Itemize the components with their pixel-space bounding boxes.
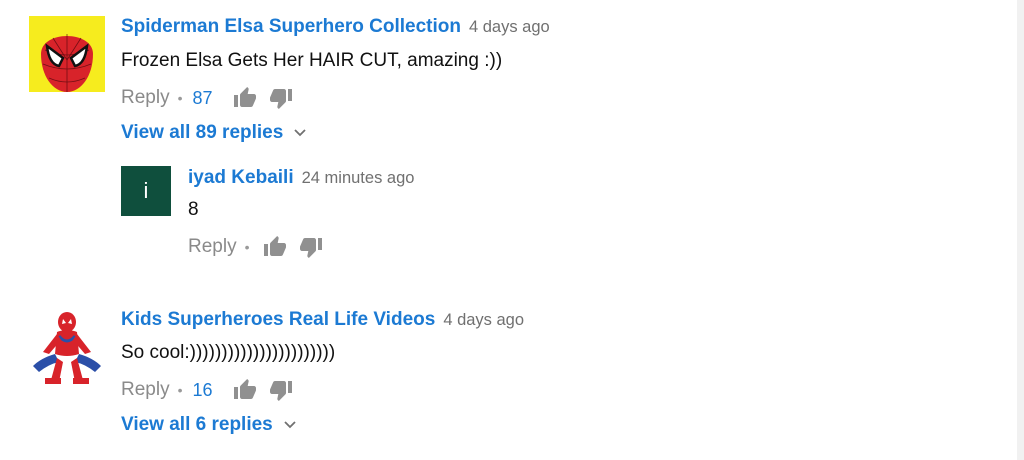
comment-actions: Reply • [188,234,323,260]
author-name[interactable]: iyad Kebaili [188,167,294,188]
separator-dot: • [177,382,183,398]
comment-header: iyad Kebaili 24 minutes ago [188,167,414,189]
author-name[interactable]: Kids Superheroes Real Life Videos [121,309,435,330]
comment-timestamp[interactable]: 24 minutes ago [302,169,415,187]
comment-header: Kids Superheroes Real Life Videos 4 days … [121,309,524,331]
like-count: 87 [192,87,213,108]
separator-dot: • [244,239,250,255]
comment-timestamp[interactable]: 4 days ago [469,18,550,36]
reply-comment: i iyad Kebaili 24 minutes ago 8 Reply • [0,160,1017,270]
comment-header: Spiderman Elsa Superhero Collection 4 day… [121,16,550,38]
reply-button[interactable]: Reply [121,379,170,401]
comment-text: Frozen Elsa Gets Her HAIR CUT, amazing :… [121,50,503,71]
view-replies-label: View all 6 replies [121,414,273,435]
comment-text: 8 [188,199,199,220]
chevron-down-icon [293,126,307,140]
comment-thread: Spiderman Elsa Superhero Collection 4 day… [0,0,1017,160]
comment-timestamp[interactable]: 4 days ago [443,311,524,329]
thumbs-down-icon[interactable] [299,235,323,259]
view-replies-button[interactable]: View all 89 replies [121,122,307,144]
letter-avatar[interactable]: i [121,166,171,216]
thumbs-up-icon[interactable] [233,378,257,402]
chevron-down-icon [283,418,297,432]
author-name[interactable]: Spiderman Elsa Superhero Collection [121,16,461,37]
comment-text: So cool:))))))))))))))))))))))) [121,342,336,363]
thumbs-up-icon[interactable] [233,86,257,110]
separator-dot: • [177,90,183,106]
view-replies-label: View all 89 replies [121,122,284,143]
comments-panel: Spiderman Elsa Superhero Collection 4 day… [0,0,1017,460]
like-count: 16 [192,379,213,400]
thumbs-down-icon[interactable] [269,86,293,110]
thumbs-up-icon[interactable] [263,235,287,259]
view-replies-button[interactable]: View all 6 replies [121,414,297,436]
comment-thread: Kids Superheroes Real Life Videos 4 days … [0,298,1017,458]
avatar-letter: i [143,178,149,203]
comment-actions: Reply • 87 [121,85,293,111]
spiderman-crouching-avatar-icon[interactable] [29,306,105,386]
reply-button[interactable]: Reply [121,87,170,109]
reply-button[interactable]: Reply [188,236,237,258]
comment-actions: Reply • 16 [121,377,293,403]
thumbs-down-icon[interactable] [269,378,293,402]
spiderman-mask-avatar-icon[interactable] [29,16,105,92]
